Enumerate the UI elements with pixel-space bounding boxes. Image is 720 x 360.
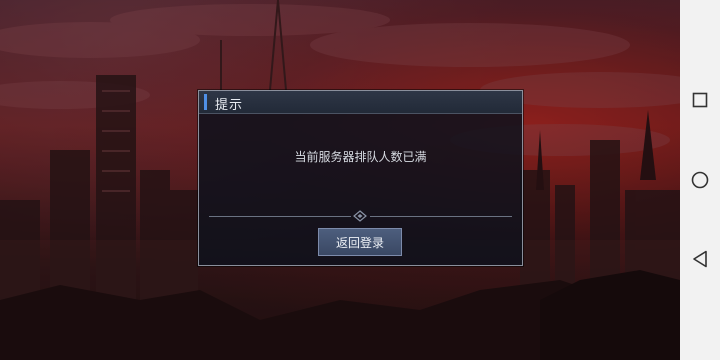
dialog-message: 当前服务器排队人数已满 — [294, 150, 427, 164]
circle-icon — [691, 171, 709, 189]
android-navigation-bar — [680, 0, 720, 360]
divider-right — [370, 216, 512, 217]
home-button[interactable] — [688, 168, 712, 192]
notice-dialog: 提示 当前服务器排队人数已满 返回登录 — [198, 90, 523, 266]
header-accent-bar — [204, 94, 207, 110]
dialog-header: 提示 — [199, 91, 522, 114]
recent-apps-button[interactable] — [688, 88, 712, 112]
dialog-title: 提示 — [215, 98, 244, 113]
triangle-back-icon — [693, 250, 707, 268]
divider-left — [209, 216, 351, 217]
return-to-login-button[interactable]: 返回登录 — [318, 228, 402, 256]
back-button[interactable] — [688, 247, 712, 271]
square-icon — [692, 92, 708, 108]
diamond-ornament-icon — [353, 210, 367, 222]
